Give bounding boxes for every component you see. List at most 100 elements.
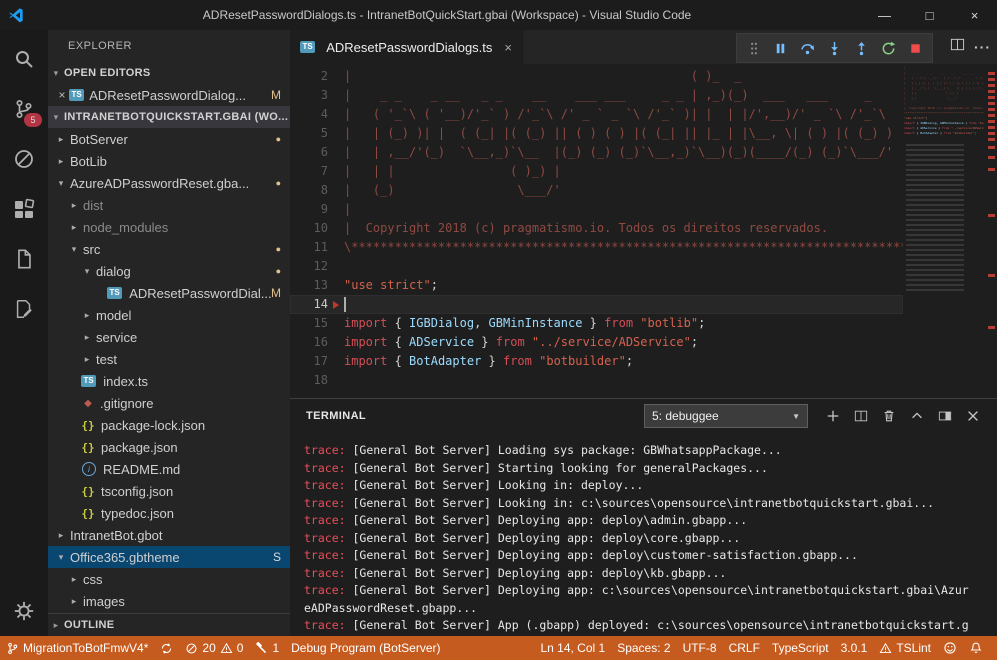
code-line[interactable]: 2| ( )_ _ | bbox=[290, 67, 903, 86]
extensions-icon[interactable] bbox=[0, 184, 48, 234]
tree-item-tsconfig-json[interactable]: {}tsconfig.json bbox=[48, 480, 290, 502]
code-line[interactable]: 7| | | ( )_) | | bbox=[290, 162, 903, 181]
feedback-smiley-icon[interactable] bbox=[937, 636, 963, 660]
chevron-right-icon: ▸ bbox=[67, 222, 81, 233]
open-editors-header[interactable]: ▾ OPEN EDITORS bbox=[48, 62, 290, 84]
code-line[interactable]: 18 bbox=[290, 371, 903, 390]
split-terminal-icon[interactable] bbox=[848, 404, 873, 428]
pause-icon[interactable] bbox=[767, 36, 794, 60]
eol-item[interactable]: CRLF bbox=[723, 636, 766, 660]
code-line[interactable]: 13"use strict"; bbox=[290, 276, 903, 295]
code-line[interactable]: 5| | (_) )| | ( (_| |( (_) || ( ) ( ) |(… bbox=[290, 124, 903, 143]
tree-item-package-json[interactable]: {}package.json bbox=[48, 436, 290, 458]
split-editor-icon[interactable] bbox=[950, 37, 965, 57]
tree-item-node-modules[interactable]: ▸node_modules bbox=[48, 216, 290, 238]
file-icon[interactable] bbox=[0, 234, 48, 284]
tree-item-package-lock-json[interactable]: {}package-lock.json bbox=[48, 414, 290, 436]
step-into-icon[interactable] bbox=[821, 36, 848, 60]
tree-item-office365-gbtheme[interactable]: ▾Office365.gbthemeS bbox=[48, 546, 290, 568]
tree-item-dialog[interactable]: ▾dialog● bbox=[48, 260, 290, 282]
tree-item-azureadpasswordreset-gba[interactable]: ▾AzureADPasswordReset.gba...● bbox=[48, 172, 290, 194]
code-line[interactable]: 12 bbox=[290, 257, 903, 276]
settings-gear-icon[interactable] bbox=[0, 586, 48, 636]
outline-section-header[interactable]: ▸ OUTLINE bbox=[48, 613, 290, 636]
tree-item-intranetbot-gbot[interactable]: ▸IntranetBot.gbot bbox=[48, 524, 290, 546]
more-actions-icon[interactable]: ··· bbox=[974, 39, 991, 55]
code-line[interactable]: 15import { IGBDialog, GBMinInstance } fr… bbox=[290, 314, 903, 333]
tree-item-dist[interactable]: ▸dist bbox=[48, 194, 290, 216]
tslint-item[interactable]: TSLint bbox=[873, 636, 937, 660]
kill-terminal-icon[interactable] bbox=[876, 404, 901, 428]
code-line[interactable]: 9| | bbox=[290, 200, 903, 219]
tree-item-index-ts[interactable]: TSindex.ts bbox=[48, 370, 290, 392]
terminal-line: trace: [General Bot Server] Deploying ap… bbox=[304, 582, 997, 600]
encoding-item[interactable]: UTF-8 bbox=[677, 636, 723, 660]
close-button[interactable]: × bbox=[952, 0, 997, 30]
maximize-button[interactable]: □ bbox=[907, 0, 952, 30]
tab-close-icon[interactable]: × bbox=[504, 40, 512, 55]
tree-item-readme-md[interactable]: iREADME.md bbox=[48, 458, 290, 480]
tasks-item[interactable]: 1 bbox=[249, 636, 285, 660]
ts-version-item[interactable]: 3.0.1 bbox=[835, 636, 874, 660]
indentation-item[interactable]: Spaces: 2 bbox=[611, 636, 676, 660]
cursor-position-item[interactable]: Ln 14, Col 1 bbox=[534, 636, 611, 660]
code-line[interactable]: 6| | ,__/'(_) `\__,_)`\__ |(_) (_) (_)`\… bbox=[290, 143, 903, 162]
language-mode-item[interactable]: TypeScript bbox=[766, 636, 835, 660]
new-terminal-icon[interactable] bbox=[820, 404, 845, 428]
terminal-tab[interactable]: TERMINAL bbox=[306, 410, 366, 422]
problems-item[interactable]: 20 0 bbox=[179, 636, 249, 660]
tree-item-label: dist bbox=[83, 198, 103, 213]
tree-item-gitignore[interactable]: ◆.gitignore bbox=[48, 392, 290, 414]
minimap[interactable]: | ( )_ _ || _ _ _ __ _ _ __ ___ ___ _ _ … bbox=[904, 66, 984, 398]
tree-item-botserver[interactable]: ▸BotServer● bbox=[48, 128, 290, 150]
code-line[interactable]: 11\*************************************… bbox=[290, 238, 903, 257]
code-line[interactable]: 16import { ADService } from "../service/… bbox=[290, 333, 903, 352]
code-line[interactable]: 8| (_) \___/' | bbox=[290, 181, 903, 200]
code-line[interactable]: 3| _ _ _ __ _ _ __ ___ ___ _ _ | ,_)(_) … bbox=[290, 86, 903, 105]
stop-icon[interactable] bbox=[902, 36, 929, 60]
panel-layout-icon[interactable] bbox=[932, 404, 957, 428]
chevron-right-icon: ▸ bbox=[80, 354, 94, 365]
source-control-icon[interactable]: 5 bbox=[0, 84, 48, 134]
edit-file-icon[interactable] bbox=[0, 284, 48, 334]
close-panel-icon[interactable] bbox=[960, 404, 985, 428]
restart-icon[interactable] bbox=[875, 36, 902, 60]
tree-item-test[interactable]: ▸test bbox=[48, 348, 290, 370]
tree-item-adresetpassworddial[interactable]: TSADResetPasswordDial...M bbox=[48, 282, 290, 304]
tree-item-botlib[interactable]: ▸BotLib bbox=[48, 150, 290, 172]
minimize-button[interactable]: — bbox=[862, 0, 907, 30]
hammer-icon bbox=[255, 642, 268, 655]
code-token: | | (_) )| | ( (_| |( (_) || ( ) ( ) |( … bbox=[344, 124, 903, 143]
tree-item-label: images bbox=[83, 594, 125, 609]
step-over-icon[interactable] bbox=[794, 36, 821, 60]
debug-icon[interactable] bbox=[0, 134, 48, 184]
tree-item-service[interactable]: ▸service bbox=[48, 326, 290, 348]
code-line[interactable]: 4| ( '_`\ ( '__)/'_` ) /'_`\ /' _ ` _ `\… bbox=[290, 105, 903, 124]
tab-adresetpassworddialogs[interactable]: TS ADResetPasswordDialogs.ts × bbox=[290, 30, 523, 64]
tree-item-src[interactable]: ▾src● bbox=[48, 238, 290, 260]
toolbar-grip-icon[interactable] bbox=[740, 36, 767, 60]
open-editor-item[interactable]: × TS ADResetPasswordDialog... M bbox=[48, 84, 290, 106]
close-editor-icon[interactable]: × bbox=[55, 88, 69, 102]
code-area[interactable]: 2| ( )_ _ |3| _ _ _ __ _ _ __ ___ ___ _ … bbox=[290, 64, 903, 398]
tree-item-images[interactable]: ▸images bbox=[48, 590, 290, 612]
sync-item[interactable] bbox=[154, 636, 179, 660]
terminal-output[interactable]: trace: [General Bot Server] Loading sys … bbox=[290, 433, 997, 636]
code-line[interactable]: 14 bbox=[290, 295, 903, 314]
workspace-section-header[interactable]: ▾ INTRANETBOTQUICKSTART.GBAI (WO... bbox=[48, 106, 290, 128]
code-line[interactable]: 17import { BotAdapter } from "botbuilder… bbox=[290, 352, 903, 371]
git-branch-item[interactable]: MigrationToBotFmwV4* bbox=[0, 636, 154, 660]
maximize-panel-icon[interactable] bbox=[904, 404, 929, 428]
step-out-icon[interactable] bbox=[848, 36, 875, 60]
tree-item-typedoc-json[interactable]: {}typedoc.json bbox=[48, 502, 290, 524]
code-line[interactable]: 10| Copyright 2018 (c) pragmatismo.io. T… bbox=[290, 219, 903, 238]
git-modified-badge: M bbox=[271, 88, 281, 102]
debug-status-item[interactable]: Debug Program (BotServer) bbox=[285, 636, 446, 660]
gutter-space bbox=[328, 181, 344, 200]
tree-item-model[interactable]: ▸model bbox=[48, 304, 290, 326]
search-icon[interactable] bbox=[0, 34, 48, 84]
terminal-selector[interactable]: 5: debuggee ▼ bbox=[644, 404, 808, 428]
notifications-bell-icon[interactable] bbox=[963, 636, 989, 660]
tree-item-css[interactable]: ▸css bbox=[48, 568, 290, 590]
titlebar: ADResetPasswordDialogs.ts - IntranetBotQ… bbox=[0, 0, 997, 30]
